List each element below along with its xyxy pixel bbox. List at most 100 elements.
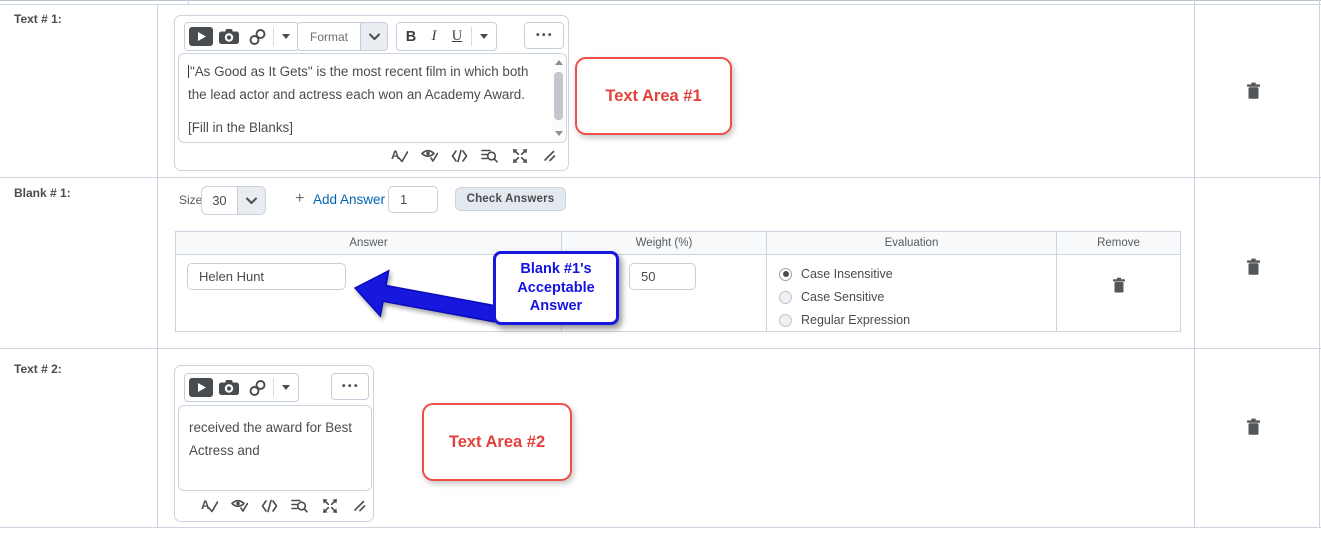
text2-row-label: Text # 2: (14, 362, 62, 376)
evaluation-cell: Case Insensitive Case Sensitive Regular … (766, 255, 1056, 331)
insert-image-button[interactable] (215, 376, 243, 399)
answer-input[interactable] (187, 263, 346, 290)
fullscreen-icon[interactable] (511, 147, 528, 164)
resize-handle-icon[interactable] (351, 497, 368, 514)
insert-options-dropdown[interactable] (276, 376, 296, 399)
format-select[interactable]: Format (297, 22, 388, 51)
preview-eye-icon[interactable] (231, 497, 248, 514)
camera-icon (219, 379, 239, 396)
insert-toolbar-group (184, 22, 299, 51)
answers-table-header: Answer Weight (%) Evaluation Remove (176, 232, 1180, 255)
table-row: Case Insensitive Case Sensitive Regular … (176, 255, 1180, 331)
divider (0, 0, 1321, 1)
delete-text2-trash-icon[interactable] (1246, 418, 1261, 439)
column-header-remove: Remove (1056, 232, 1180, 255)
radio-selected-icon[interactable] (779, 268, 792, 281)
divider (1319, 0, 1320, 527)
divider (1194, 0, 1195, 527)
accessibility-check-icon[interactable]: A (391, 147, 408, 164)
toolbar-separator (471, 27, 472, 46)
editor2-paragraph: received the award for Best Actress and (189, 416, 357, 462)
camera-icon (219, 28, 239, 45)
bold-button[interactable]: B (399, 25, 423, 48)
scroll-up-icon[interactable] (555, 60, 563, 65)
add-answer-button[interactable]: Add Answer (313, 192, 385, 207)
caret-down-icon (282, 34, 290, 39)
insert-options-dropdown[interactable] (276, 25, 296, 48)
divider (0, 348, 1321, 349)
editor1-footer-toolbar: A (391, 147, 558, 164)
preview-find-icon[interactable] (291, 497, 308, 514)
editor2-footer-toolbar: A (201, 497, 368, 514)
text-area-1-callout: Text Area #1 (575, 57, 732, 135)
accessibility-check-icon[interactable]: A (201, 497, 218, 514)
chevron-down-icon (237, 187, 265, 214)
remove-cell (1056, 255, 1180, 331)
blue-arrow (350, 260, 502, 330)
caret-down-icon (480, 34, 488, 39)
size-select-value: 30 (202, 187, 237, 214)
italic-button[interactable]: I (423, 25, 445, 48)
format-select-value: Format (298, 23, 360, 50)
toolbar-separator (273, 27, 274, 46)
scroll-down-icon[interactable] (555, 131, 563, 136)
divider (0, 4, 1321, 5)
svg-text:A: A (391, 148, 400, 162)
rich-text-editor-2: ••• received the award for Best Actress … (174, 365, 374, 522)
insert-image-button[interactable] (215, 25, 243, 48)
chevron-down-icon (360, 23, 387, 50)
column-header-evaluation: Evaluation (766, 232, 1056, 255)
toolbar-separator (273, 378, 274, 397)
html-source-icon[interactable] (451, 147, 468, 164)
weight-input[interactable] (629, 263, 696, 290)
insert-toolbar-group (184, 373, 299, 402)
svg-text:A: A (201, 498, 210, 512)
radio-unselected-icon[interactable] (779, 291, 792, 304)
delete-blank1-trash-icon[interactable] (1246, 258, 1261, 279)
play-icon (189, 27, 213, 46)
editor1-paragraph: [Fill in the Blanks] (188, 116, 540, 139)
insert-stuff-button[interactable] (187, 376, 215, 399)
editor1-paragraph: "As Good as It Gets" is the most recent … (188, 60, 540, 106)
answers-table: Answer Weight (%) Evaluation Remove Case… (175, 231, 1181, 332)
link-icon (248, 28, 267, 46)
play-icon (189, 378, 213, 397)
scrollbar-thumb[interactable] (554, 72, 563, 120)
remove-answer-trash-icon[interactable] (1112, 277, 1126, 297)
link-icon (248, 379, 267, 397)
blank1-answer-callout: Blank #1's Acceptable Answer (493, 251, 619, 325)
underline-button[interactable]: U (445, 25, 469, 48)
toolbar-overflow-button[interactable]: ••• (524, 22, 564, 49)
preview-find-icon[interactable] (481, 147, 498, 164)
resize-handle-icon[interactable] (541, 147, 558, 164)
size-select[interactable]: 30 (201, 186, 266, 215)
fullscreen-icon[interactable] (321, 497, 338, 514)
preview-eye-icon[interactable] (421, 147, 438, 164)
divider (0, 177, 1321, 178)
insert-link-button[interactable] (243, 376, 271, 399)
rich-text-editor-1: Format B I U ••• "As Good as It Gets" is… (174, 15, 569, 171)
divider (157, 4, 158, 527)
radio-unselected-icon[interactable] (779, 314, 792, 327)
fill-in-blanks-question-editor: Text # 1: Blank # 1: Text # 2: (0, 0, 1321, 533)
insert-link-button[interactable] (243, 25, 271, 48)
html-source-icon[interactable] (261, 497, 278, 514)
text-area-2-callout: Text Area #2 (422, 403, 572, 481)
divider (188, 0, 189, 4)
text1-row-label: Text # 1: (14, 12, 62, 26)
insert-stuff-button[interactable] (187, 25, 215, 48)
delete-text1-trash-icon[interactable] (1246, 82, 1261, 103)
text-style-dropdown[interactable] (474, 25, 494, 48)
editor-scrollbar[interactable] (552, 55, 565, 141)
editor2-content-area[interactable]: received the award for Best Actress and (178, 405, 372, 491)
radio-option[interactable]: Case Insensitive (779, 265, 1056, 283)
text-style-toolbar-group: B I U (396, 22, 497, 51)
blank1-row-label: Blank # 1: (14, 186, 71, 200)
answers-count-input[interactable] (388, 186, 438, 213)
plus-icon: + (295, 190, 304, 208)
toolbar-overflow-button[interactable]: ••• (331, 373, 369, 400)
check-answers-button[interactable]: Check Answers (455, 187, 566, 211)
editor1-content-area[interactable]: "As Good as It Gets" is the most recent … (178, 53, 567, 143)
radio-option[interactable]: Case Sensitive (779, 288, 1056, 306)
radio-option[interactable]: Regular Expression (779, 311, 1056, 329)
